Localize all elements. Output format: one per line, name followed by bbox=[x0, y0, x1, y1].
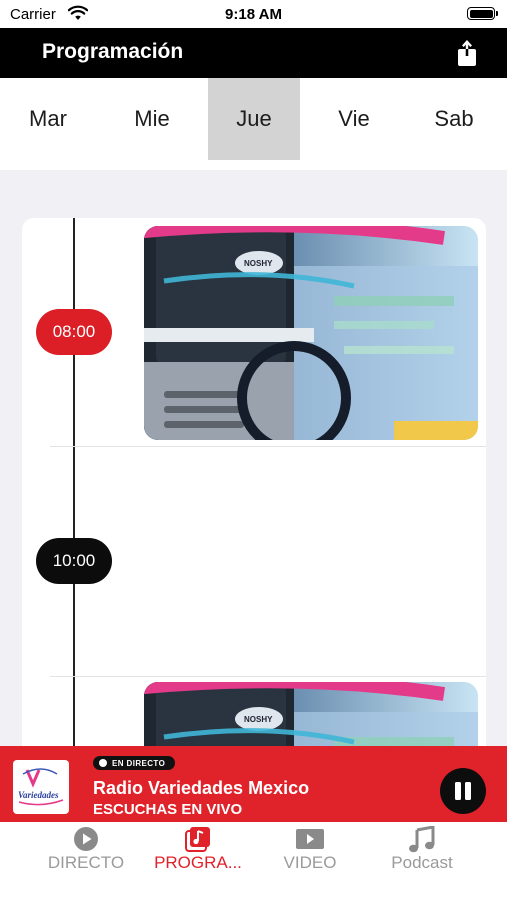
station-subtitle: ESCUCHAS EN VIVO bbox=[93, 801, 243, 818]
live-dot-icon bbox=[99, 759, 107, 767]
share-icon[interactable] bbox=[457, 40, 477, 67]
pause-icon bbox=[455, 782, 461, 800]
video-play-icon bbox=[296, 829, 324, 849]
tab-programacion[interactable]: PROGRA... bbox=[135, 822, 261, 882]
schedule-list[interactable]: 08:00 NOSHY 10:00 NOSHY bbox=[22, 218, 486, 758]
music-note-square-icon bbox=[185, 827, 210, 852]
pause-button[interactable] bbox=[440, 768, 486, 814]
clock: 9:18 AM bbox=[225, 6, 282, 23]
svg-text:NOSHY: NOSHY bbox=[244, 715, 273, 724]
page-title: Programación bbox=[42, 40, 184, 63]
tab-label: DIRECTO bbox=[47, 853, 125, 872]
day-tab-mie[interactable]: Mie bbox=[106, 78, 198, 160]
row-divider bbox=[50, 446, 486, 447]
time-badge-current: 08:00 bbox=[36, 309, 112, 355]
program-image[interactable]: NOSHY bbox=[144, 226, 478, 440]
tab-directo[interactable]: DIRECTO bbox=[23, 822, 149, 882]
tab-bar: DIRECTO PROGRA... VIDEO Podcast bbox=[0, 822, 507, 900]
tab-podcast[interactable]: Podcast bbox=[359, 822, 485, 882]
day-tab-sab[interactable]: Sab bbox=[408, 78, 500, 160]
live-badge: EN DIRECTO bbox=[93, 756, 176, 770]
timeline-line bbox=[73, 218, 75, 758]
now-playing-bar[interactable]: Variedades EN DIRECTO Radio Variedades M… bbox=[0, 746, 507, 822]
music-notes-icon bbox=[409, 826, 435, 853]
tab-label: PROGRA... bbox=[154, 853, 242, 872]
tab-label: VIDEO bbox=[283, 853, 337, 872]
row-divider bbox=[50, 676, 486, 677]
svg-text:Variedades: Variedades bbox=[18, 790, 59, 800]
battery-icon bbox=[467, 7, 498, 20]
play-circle-icon bbox=[74, 827, 98, 851]
day-tab-vie[interactable]: Vie bbox=[308, 78, 400, 160]
navigation-bar: Programación bbox=[0, 28, 507, 78]
tab-video[interactable]: VIDEO bbox=[247, 822, 373, 882]
live-label: EN DIRECTO bbox=[112, 758, 166, 768]
svg-text:NOSHY: NOSHY bbox=[244, 259, 273, 268]
status-bar: Carrier 9:18 AM bbox=[0, 0, 507, 28]
day-selector: Mar Mie Jue Vie Sab bbox=[0, 78, 507, 170]
station-logo: Variedades bbox=[13, 760, 69, 814]
day-tab-mar[interactable]: Mar bbox=[2, 78, 94, 160]
time-badge: 10:00 bbox=[36, 538, 112, 584]
tab-label: Podcast bbox=[391, 853, 453, 872]
day-tab-jue[interactable]: Jue bbox=[208, 78, 300, 160]
station-name: Radio Variedades Mexico bbox=[93, 778, 310, 798]
